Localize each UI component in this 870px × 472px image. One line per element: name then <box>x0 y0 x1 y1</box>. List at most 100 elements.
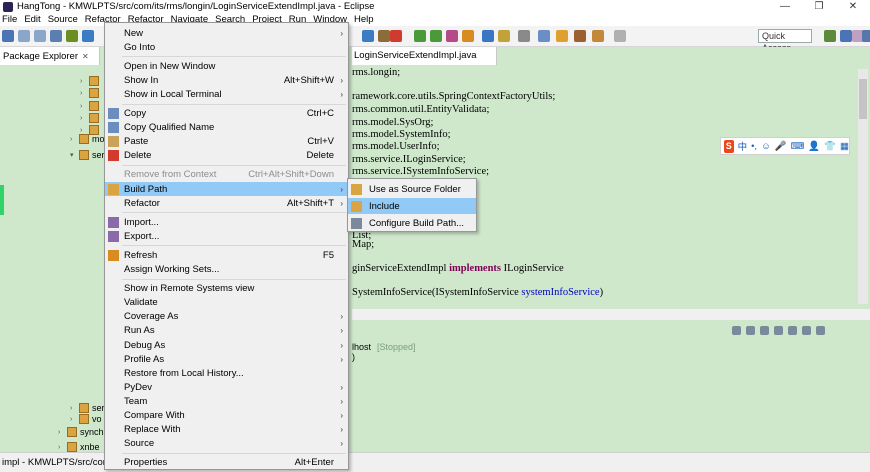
menu-item-source[interactable]: Source › <box>105 437 348 451</box>
tree-item[interactable]: › <box>80 112 102 124</box>
menu-item-run-as[interactable]: Run As › <box>105 324 348 338</box>
menu-item-team[interactable]: Team › <box>105 394 348 408</box>
chevron-right-icon[interactable]: › <box>70 136 78 143</box>
chevron-right-icon[interactable]: › <box>80 78 88 85</box>
editor-scrollbar[interactable] <box>858 69 868 304</box>
tree-item[interactable]: › mo <box>70 133 105 145</box>
toolbar-button-icon[interactable] <box>414 30 426 42</box>
menu-item-copy[interactable]: Copy Ctrl+C <box>105 107 348 121</box>
chevron-down-icon[interactable]: ▾ <box>70 151 78 159</box>
menu-item-coverage-as[interactable]: Coverage As › <box>105 310 348 324</box>
toolbar-button-icon[interactable] <box>18 30 30 42</box>
ime-tool-icon[interactable]: ☺ <box>761 141 771 152</box>
menu-item-copy-qualified-name[interactable]: Copy Qualified Name <box>105 121 348 135</box>
console-action-icon[interactable] <box>774 326 783 335</box>
scrollbar-thumb[interactable] <box>859 79 867 119</box>
toolbar-button-icon[interactable] <box>840 30 852 42</box>
toolbar-button-icon[interactable] <box>862 30 870 42</box>
menu-item-build-path[interactable]: Build Path › <box>105 182 348 196</box>
console-action-icon[interactable] <box>788 326 797 335</box>
menu-item-import[interactable]: Import... <box>105 215 348 229</box>
toolbar-button-icon[interactable] <box>2 30 14 42</box>
menu-item-paste[interactable]: Paste Ctrl+V <box>105 135 348 149</box>
toolbar-button-icon[interactable] <box>574 30 586 42</box>
toolbar-button-icon[interactable] <box>66 30 78 42</box>
toolbar-button-icon[interactable] <box>592 30 604 42</box>
menu-item-remove-from-context[interactable]: Remove from Context Ctrl+Alt+Shift+Down <box>105 168 348 182</box>
menu-help[interactable]: Help <box>354 14 374 25</box>
ime-tool-icon[interactable]: 🎤 <box>775 141 787 152</box>
console-action-icon[interactable] <box>746 326 755 335</box>
chevron-right-icon[interactable]: › <box>80 103 88 110</box>
console-action-icon[interactable] <box>732 326 741 335</box>
editor-tab[interactable]: LoginServiceExtendImpl.java <box>352 47 497 65</box>
ime-tool-icon[interactable]: ⌨ <box>791 141 805 152</box>
menu-item-go-into[interactable]: Go Into <box>105 40 348 54</box>
toolbar-button-icon[interactable] <box>390 30 402 42</box>
ime-tool-icon[interactable]: •, <box>751 141 757 152</box>
chevron-right-icon[interactable]: › <box>58 444 66 451</box>
tree-item[interactable]: › synchS <box>58 426 110 438</box>
toolbar-button-icon[interactable] <box>462 30 474 42</box>
package-explorer-tab[interactable]: Package Explorer ✕ <box>0 47 100 65</box>
toolbar-button-icon[interactable] <box>50 30 62 42</box>
toolbar-button-icon[interactable] <box>362 30 374 42</box>
restore-button[interactable]: ❐ <box>802 0 836 13</box>
toolbar-button-icon[interactable] <box>34 30 46 42</box>
toolbar-button-icon[interactable] <box>446 30 458 42</box>
menu-item-compare-with[interactable]: Compare With › <box>105 409 348 423</box>
menu-edit[interactable]: Edit <box>24 14 40 25</box>
toolbar-button-icon[interactable] <box>614 30 626 42</box>
close-icon[interactable]: ✕ <box>82 52 89 61</box>
menu-item-show-in[interactable]: Show In Alt+Shift+W › <box>105 73 348 87</box>
toolbar-button-icon[interactable] <box>556 30 568 42</box>
ime-tool-icon[interactable]: 👕 <box>824 141 836 152</box>
tree-item[interactable]: ▾ ser <box>70 149 105 161</box>
ime-tool-icon[interactable]: 👤 <box>808 141 820 152</box>
menu-file[interactable]: File <box>2 14 17 25</box>
chevron-right-icon[interactable]: › <box>70 416 78 423</box>
chevron-right-icon[interactable]: › <box>58 429 66 436</box>
menu-item-replace-with[interactable]: Replace With › <box>105 423 348 437</box>
submenu-item-configure-build-path[interactable]: Configure Build Path... <box>348 215 476 231</box>
menu-item-refactor[interactable]: Refactor Alt+Shift+T › <box>105 196 348 210</box>
submenu-item-use-as-source-folder[interactable]: Use as Source Folder <box>348 181 476 197</box>
toolbar-button-icon[interactable] <box>538 30 550 42</box>
toolbar-button-icon[interactable] <box>482 30 494 42</box>
menu-item-validate[interactable]: Validate <box>105 296 348 310</box>
ime-tool-icon[interactable]: 中 <box>738 139 748 153</box>
toolbar-button-icon[interactable] <box>82 30 94 42</box>
menu-item-debug-as[interactable]: Debug As › <box>105 338 348 352</box>
submenu-item-include[interactable]: Include <box>348 198 476 214</box>
toolbar-button-icon[interactable] <box>378 30 390 42</box>
ime-tool-icon[interactable]: ▦ <box>840 141 849 152</box>
menu-item-show-in-remote-systems-view[interactable]: Show in Remote Systems view <box>105 282 348 296</box>
toolbar-button-icon[interactable] <box>430 30 442 42</box>
menu-item-delete[interactable]: Delete Delete <box>105 149 348 163</box>
chevron-right-icon[interactable]: › <box>80 115 88 122</box>
menu-item-open-in-new-window[interactable]: Open in New Window <box>105 59 348 73</box>
chevron-right-icon[interactable]: › <box>70 405 78 412</box>
tree-item[interactable]: › <box>80 87 102 99</box>
quick-access-input[interactable]: Quick Access <box>758 29 812 53</box>
console-action-icon[interactable] <box>802 326 811 335</box>
menu-item-assign-working-sets[interactable]: Assign Working Sets... <box>105 263 348 277</box>
menu-source[interactable]: Source <box>48 14 78 25</box>
tree-item[interactable]: › <box>80 75 102 87</box>
sogou-logo-icon[interactable]: S <box>724 139 734 153</box>
toolbar-button-icon[interactable] <box>518 30 530 42</box>
close-button[interactable]: ✕ <box>836 0 870 13</box>
ime-toolbar[interactable]: S 中 •, ☺ 🎤 ⌨ 👤 👕 ▦ <box>720 137 850 155</box>
menu-item-profile-as[interactable]: Profile As › <box>105 352 348 366</box>
menu-item-restore-from-local-history[interactable]: Restore from Local History... <box>105 366 348 380</box>
toolbar-button-icon[interactable] <box>498 30 510 42</box>
menu-item-export[interactable]: Export... <box>105 229 348 243</box>
console-action-icon[interactable] <box>816 326 825 335</box>
menu-item-show-in-local-terminal[interactable]: Show in Local Terminal › <box>105 87 348 101</box>
toolbar-button-icon[interactable] <box>824 30 836 42</box>
console-action-icon[interactable] <box>760 326 769 335</box>
tree-item[interactable]: › vo <box>70 413 102 425</box>
menu-item-properties[interactable]: Properties Alt+Enter <box>105 456 348 470</box>
tree-item[interactable]: › <box>80 100 102 112</box>
chevron-right-icon[interactable]: › <box>80 90 88 97</box>
